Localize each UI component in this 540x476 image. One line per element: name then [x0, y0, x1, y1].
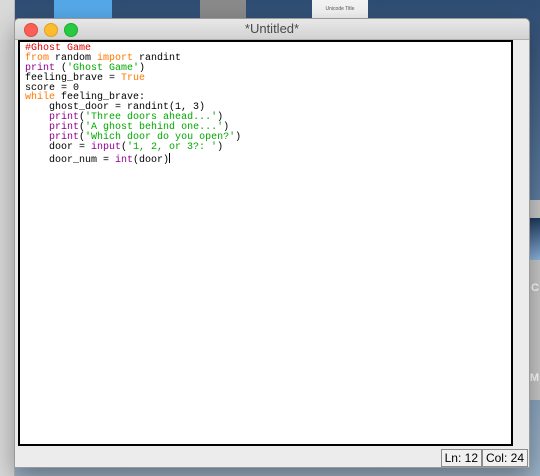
code-editor[interactable]: #Ghost Game from random import randint pri…: [18, 40, 513, 446]
editor-window: *Untitled* #Ghost Game from random import…: [14, 18, 530, 468]
code-token: input: [91, 141, 122, 153]
code-token: (door): [133, 154, 170, 166]
dock-label: C: [531, 282, 539, 294]
background-window: [0, 0, 15, 476]
window-title: *Untitled*: [244, 21, 300, 36]
column-number-indicator: Col: 24: [481, 449, 528, 467]
code-line[interactable]: feeling_brave = True: [25, 72, 511, 84]
title-bar[interactable]: *Untitled*: [15, 19, 529, 40]
text-cursor: [169, 152, 171, 163]
code-token: door_num =: [25, 154, 116, 166]
background-thumbnail[interactable]: [200, 0, 246, 18]
code-token: int: [115, 154, 134, 166]
line-number-indicator: Ln: 12: [440, 449, 482, 467]
code-token: ): [235, 132, 242, 144]
code-token: door =: [25, 141, 92, 153]
status-bar: Ln: 12 Col: 24: [15, 448, 529, 467]
dock-label: M: [529, 372, 539, 384]
code-line[interactable]: door = input('1, 2, or 3?: '): [25, 141, 511, 153]
code-token: '1, 2, or 3?: ': [127, 141, 218, 153]
code-token: True: [121, 72, 146, 84]
code-line[interactable]: door_num = int(door): [25, 152, 511, 166]
background-thumbnail-title[interactable]: Unicode Title: [312, 0, 368, 18]
code-token: ): [217, 141, 224, 153]
background-tab[interactable]: [54, 0, 112, 18]
